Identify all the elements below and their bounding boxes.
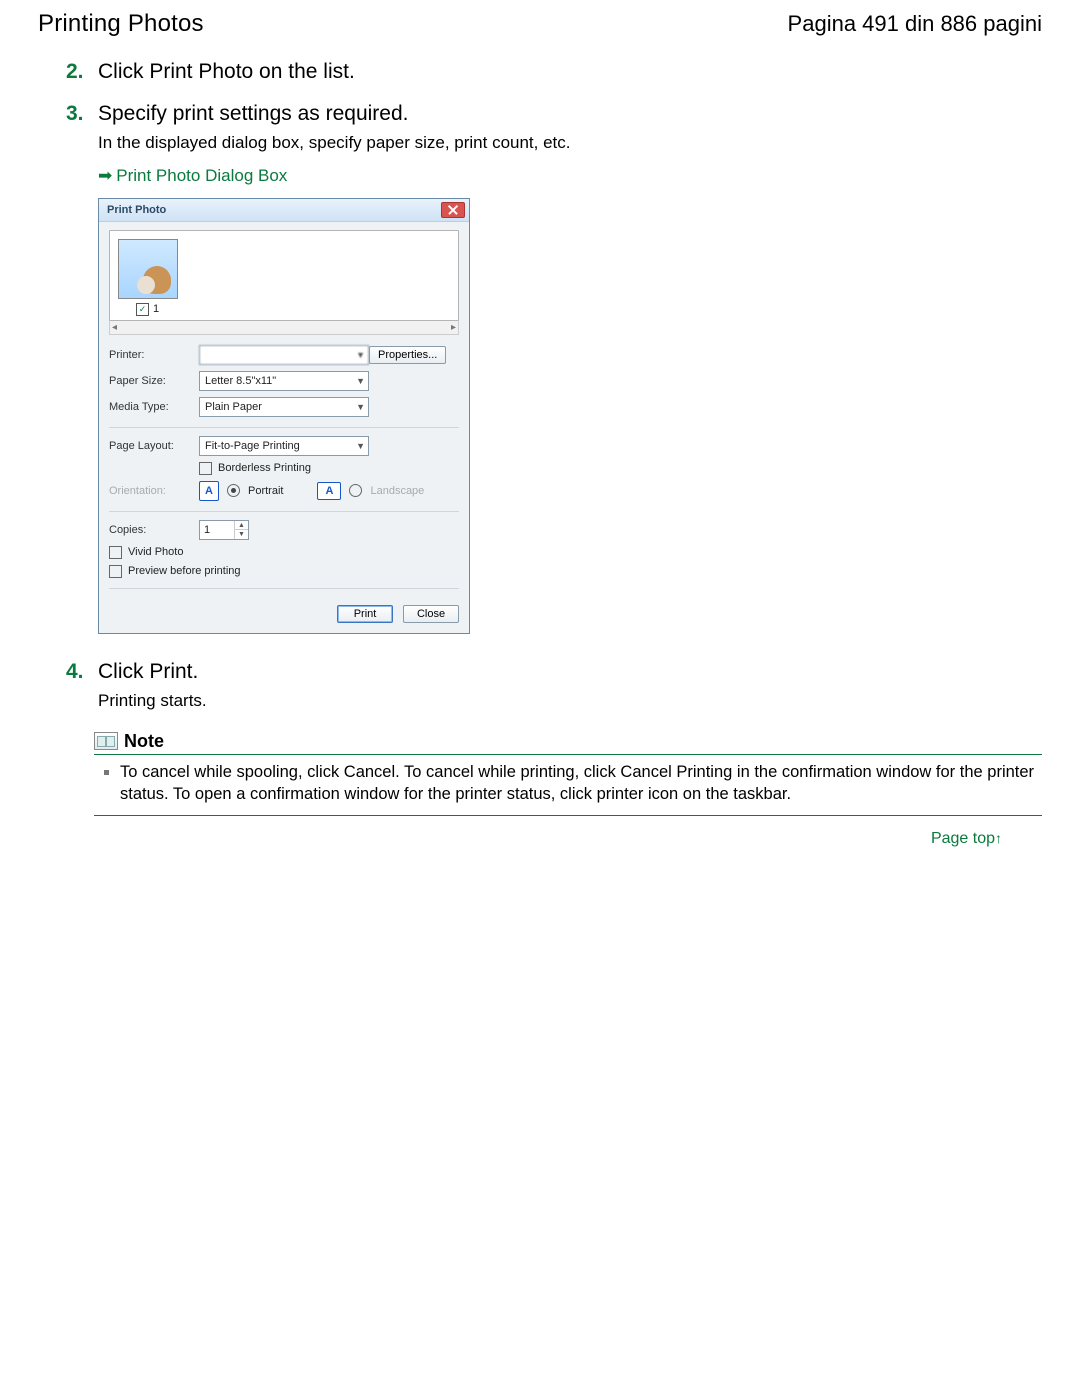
note-title: Note	[124, 731, 164, 752]
print-button[interactable]: Print	[337, 605, 393, 623]
landscape-radio[interactable]	[349, 484, 362, 497]
step-2-number: 2.	[66, 60, 90, 84]
properties-button[interactable]: Properties...	[369, 346, 446, 364]
page-top-link[interactable]: Page top↑	[931, 830, 1002, 847]
page-layout-label: Page Layout:	[109, 440, 199, 452]
portrait-label: Portrait	[248, 485, 283, 497]
step-4-number: 4.	[66, 660, 90, 684]
printer-label: Printer:	[109, 349, 199, 361]
paper-size-select[interactable]: Letter 8.5"x11"▼	[199, 371, 369, 391]
paper-size-label: Paper Size:	[109, 375, 199, 387]
borderless-label: Borderless Printing	[218, 462, 311, 474]
portrait-radio[interactable]	[227, 484, 240, 497]
landscape-icon: A	[317, 482, 341, 500]
close-icon[interactable]	[441, 202, 465, 218]
media-type-select[interactable]: Plain Paper▼	[199, 397, 369, 417]
print-photo-dialog-link-label: Print Photo Dialog Box	[116, 165, 287, 188]
page-title: Printing Photos	[38, 10, 204, 38]
copies-label: Copies:	[109, 524, 199, 536]
orientation-label: Orientation:	[109, 485, 199, 497]
step-2-title: Click Print Photo on the list.	[98, 60, 355, 84]
printer-select[interactable]: ▼	[199, 345, 369, 365]
thumbnail-scrollbar[interactable]: ◂▸	[109, 321, 459, 335]
landscape-label: Landscape	[370, 485, 424, 497]
portrait-icon: A	[199, 481, 219, 501]
note-text: To cancel while spooling, click Cancel. …	[120, 763, 1034, 803]
arrow-right-icon: ➡	[98, 165, 112, 188]
page-layout-select[interactable]: Fit-to-Page Printing▼	[199, 436, 369, 456]
copies-stepper[interactable]: 1 ▲▼	[199, 520, 249, 540]
page-counter: Pagina 491 din 886 pagini	[788, 11, 1042, 37]
photo-thumbnail[interactable]	[118, 239, 178, 299]
vivid-photo-checkbox[interactable]	[109, 546, 122, 559]
note-icon	[94, 732, 118, 750]
print-photo-dialog-link[interactable]: ➡ Print Photo Dialog Box	[98, 165, 287, 188]
preview-label: Preview before printing	[128, 565, 241, 577]
thumbnail-index: 1	[153, 303, 159, 315]
thumbnail-checkbox[interactable]: ✓	[136, 303, 149, 316]
dialog-title: Print Photo	[107, 204, 166, 216]
step-3-number: 3.	[66, 102, 90, 126]
thumbnail-area: ✓ 1	[109, 230, 459, 321]
step-4-desc: Printing starts.	[98, 690, 1042, 713]
step-3-desc: In the displayed dialog box, specify pap…	[98, 132, 1042, 155]
step-3-title: Specify print settings as required.	[98, 102, 409, 126]
print-photo-dialog: Print Photo ✓ 1 ◂▸ Printer:	[98, 198, 470, 634]
vivid-photo-label: Vivid Photo	[128, 546, 183, 558]
preview-checkbox[interactable]	[109, 565, 122, 578]
arrow-up-icon: ↑	[995, 830, 1002, 846]
media-type-label: Media Type:	[109, 401, 199, 413]
borderless-checkbox[interactable]	[199, 462, 212, 475]
step-4-title: Click Print.	[98, 660, 198, 684]
close-button[interactable]: Close	[403, 605, 459, 623]
